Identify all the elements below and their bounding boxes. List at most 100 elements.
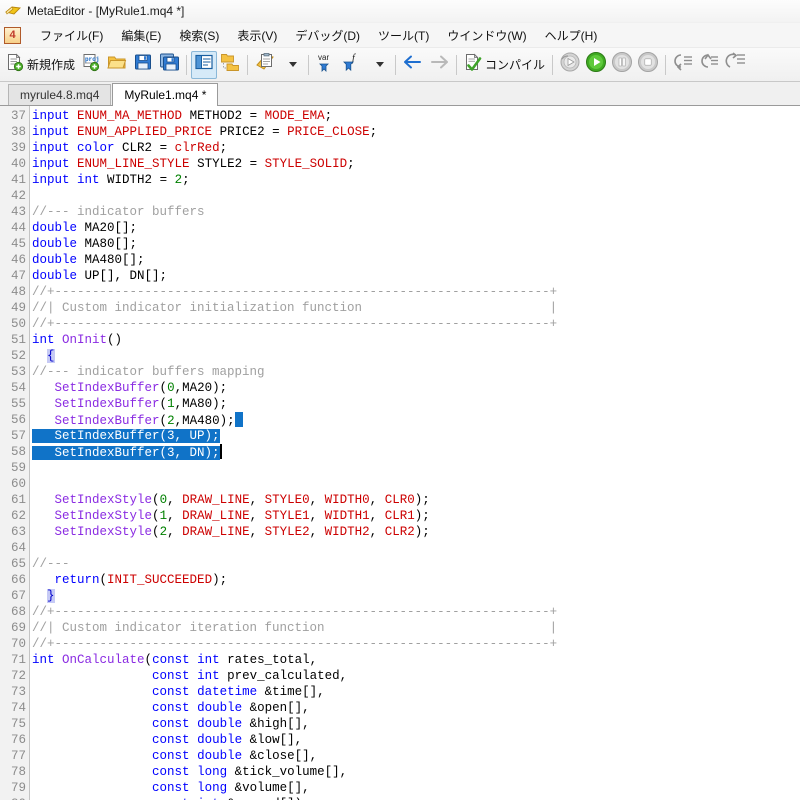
tab-myrule1[interactable]: MyRule1.mq4 * — [112, 83, 219, 106]
code-line[interactable] — [32, 188, 800, 204]
code-line[interactable]: double UP[], DN[]; — [32, 268, 800, 284]
insert-variable-button[interactable]: var — [313, 51, 339, 79]
code-line[interactable]: SetIndexBuffer(3, DN); — [32, 444, 800, 460]
menu-help[interactable]: ヘルプ(H) — [536, 24, 607, 47]
code-line[interactable]: int OnInit() — [32, 332, 800, 348]
code-line[interactable]: //--- indicator buffers mapping — [32, 364, 800, 380]
menu-tools[interactable]: ツール(T) — [369, 24, 438, 47]
code-line[interactable]: { — [32, 348, 800, 364]
mql-logo-icon[interactable]: 4 — [4, 26, 21, 44]
menu-file[interactable]: ファイル(F) — [31, 24, 112, 47]
code-line[interactable]: const long &volume[], — [32, 780, 800, 796]
new-project-button[interactable]: proj — [78, 51, 104, 79]
code-line[interactable]: input color CLR2 = clrRed; — [32, 140, 800, 156]
code-line[interactable]: SetIndexBuffer(2,MA480); — [32, 412, 800, 428]
line-number: 47 — [10, 269, 26, 283]
code-token: const — [152, 717, 190, 731]
insert-function-button[interactable]: f — [339, 51, 365, 79]
code-line[interactable]: SetIndexBuffer(1,MA80); — [32, 396, 800, 412]
menu-window[interactable]: ウインドウ(W) — [438, 24, 535, 47]
code-line[interactable]: } — [32, 588, 800, 604]
toggle-navigator-button[interactable] — [191, 50, 218, 79]
code-token: CLR2 — [384, 525, 415, 539]
code-token: //+-------------------------------------… — [32, 285, 558, 299]
code-line[interactable]: const double &high[], — [32, 716, 800, 732]
code-line[interactable]: const int prev_calculated, — [32, 668, 800, 684]
code-token: ,MA20); — [174, 381, 228, 395]
code-line[interactable]: //--- indicator buffers — [32, 204, 800, 220]
save-button[interactable] — [130, 51, 156, 79]
forward-button[interactable] — [426, 51, 452, 79]
back-button[interactable] — [400, 51, 426, 79]
step-over-button[interactable] — [696, 51, 722, 79]
navigator-folder-button[interactable] — [217, 51, 243, 79]
code-line[interactable]: const double &low[], — [32, 732, 800, 748]
code-line[interactable]: //--- — [32, 556, 800, 572]
code-line[interactable]: const double &close[], — [32, 748, 800, 764]
step-button[interactable] — [557, 51, 583, 79]
stop-button[interactable] — [635, 51, 661, 79]
menu-edit[interactable]: 編集(E) — [112, 24, 170, 47]
code-line[interactable]: input ENUM_LINE_STYLE STYLE2 = STYLE_SOL… — [32, 156, 800, 172]
pause-button[interactable] — [609, 51, 635, 79]
code-line[interactable]: const int &spread[]) — [32, 796, 800, 800]
code-editor[interactable]: 37 38 39 40 41 42 43 44 45 46 47 48 49 50 51 52 53 54 55 56… — [0, 106, 800, 800]
code-line[interactable]: input ENUM_APPLIED_PRICE PRICE2 = PRICE_… — [32, 124, 800, 140]
code-line[interactable]: const double &open[], — [32, 700, 800, 716]
code-token: , — [167, 493, 183, 507]
code-line[interactable]: //| Custom indicator initialization func… — [32, 300, 800, 316]
run-button[interactable] — [583, 51, 609, 79]
code-line[interactable]: //+-------------------------------------… — [32, 604, 800, 620]
code-text-area[interactable]: input ENUM_MA_METHOD METHOD2 = MODE_EMA;… — [30, 106, 800, 800]
toolbar-separator — [665, 54, 667, 75]
code-line[interactable]: double MA480[]; — [32, 252, 800, 268]
new-file-button[interactable]: 新規作成 — [3, 51, 78, 79]
step-out-button[interactable] — [722, 51, 748, 79]
clipboard-dropdown[interactable] — [278, 51, 304, 79]
code-token: PRICE_CLOSE — [287, 125, 370, 139]
code-line[interactable]: input ENUM_MA_METHOD METHOD2 = MODE_EMA; — [32, 108, 800, 124]
code-token: datetime — [197, 685, 258, 699]
menu-search[interactable]: 検索(S) — [170, 24, 228, 47]
code-line[interactable]: double MA20[]; — [32, 220, 800, 236]
code-line[interactable]: SetIndexBuffer(3, UP); — [32, 428, 800, 444]
menu-view[interactable]: 表示(V) — [228, 24, 286, 47]
code-line[interactable]: //+-------------------------------------… — [32, 316, 800, 332]
code-line[interactable]: //+-------------------------------------… — [32, 284, 800, 300]
code-line[interactable] — [32, 460, 800, 476]
code-line[interactable] — [32, 476, 800, 492]
code-line[interactable] — [32, 540, 800, 556]
line-number: 65 — [10, 557, 26, 571]
clipboard-button[interactable] — [252, 51, 278, 79]
code-line[interactable]: return(INIT_SUCCEEDED); — [32, 572, 800, 588]
line-number: 55 — [10, 397, 26, 411]
code-line[interactable]: const long &tick_volume[], — [32, 764, 800, 780]
code-line[interactable]: SetIndexStyle(1, DRAW_LINE, STYLE1, WIDT… — [32, 508, 800, 524]
code-line[interactable]: //+-------------------------------------… — [32, 636, 800, 652]
code-line[interactable]: //| Custom indicator iteration function … — [32, 620, 800, 636]
step-into-button[interactable] — [670, 51, 696, 79]
code-line[interactable]: const datetime &time[], — [32, 684, 800, 700]
menu-debug[interactable]: デバッグ(D) — [286, 24, 369, 47]
insert-function-dropdown[interactable] — [365, 51, 391, 79]
code-token: ,MA80); — [174, 397, 228, 411]
code-token: const — [152, 781, 190, 795]
line-number: 38 — [10, 125, 26, 139]
code-token: ( — [152, 493, 160, 507]
compile-button[interactable]: コンパイル — [461, 51, 548, 79]
code-line[interactable]: int OnCalculate(const int rates_total, — [32, 652, 800, 668]
code-line[interactable]: SetIndexStyle(0, DRAW_LINE, STYLE0, WIDT… — [32, 492, 800, 508]
save-all-button[interactable] — [156, 51, 182, 79]
code-line[interactable]: input int WIDTH2 = 2; — [32, 172, 800, 188]
code-line[interactable]: double MA80[]; — [32, 236, 800, 252]
code-token: SetIndexBuffer — [54, 414, 160, 428]
code-line[interactable]: SetIndexStyle(2, DRAW_LINE, STYLE2, WIDT… — [32, 524, 800, 540]
code-line[interactable]: SetIndexBuffer(0,MA20); — [32, 380, 800, 396]
tab-myrule48[interactable]: myrule4.8.mq4 — [8, 84, 112, 105]
open-button[interactable] — [104, 51, 130, 79]
line-number: 79 — [10, 781, 26, 795]
